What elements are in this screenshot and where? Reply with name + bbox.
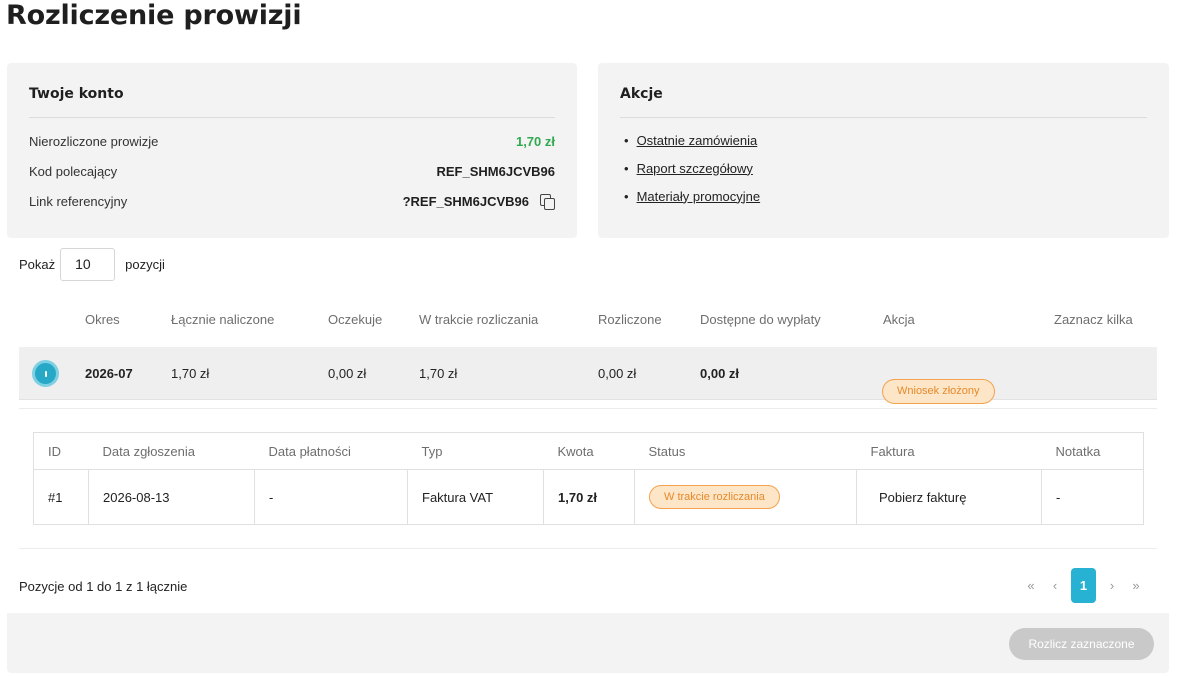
details-note: - [1056, 489, 1061, 505]
header-total[interactable]: Łącznie naliczone [171, 312, 274, 327]
page-title: Rozliczenie prowizji [6, 0, 302, 31]
referral-code-value: REF_SHM6JCVB96 [436, 163, 556, 179]
header-settled[interactable]: Rozliczone [598, 312, 662, 327]
details-table: ID Data zgłoszenia Data płatności Typ Kw… [33, 432, 1144, 525]
row-pending: 0,00 zł [328, 366, 367, 381]
action-status-badge: Wniosek złożony [882, 379, 995, 404]
header-pending[interactable]: Oczekuje [328, 312, 382, 327]
promo-materials-link[interactable]: Materiały promocyjne [637, 189, 761, 204]
details-header-invoice: Faktura [856, 432, 1042, 470]
details-type: Faktura VAT [407, 469, 544, 525]
last-page-button[interactable]: » [1124, 578, 1148, 593]
details-status-cell: W trakcie rozliczania [634, 469, 857, 525]
unsettled-commissions-row: Nierozliczone prowizje 1,70 zł [29, 126, 555, 156]
header-available[interactable]: Dostępne do wypłaty [700, 312, 821, 327]
unsettled-commissions-value: 1,70 zł [515, 133, 555, 149]
prev-page-button[interactable]: ‹ [1043, 578, 1067, 593]
referral-link-row: Link referencyjny ?REF_SHM6JCVB96 [29, 186, 555, 216]
table-row[interactable]: 2026-07 1,70 zł 0,00 zł 1,70 zł 0,00 zł … [19, 347, 1157, 404]
referral-link-wrap: ?REF_SHM6JCVB96 [402, 193, 555, 210]
action-link-item: Ostatnie zamówienia [620, 126, 1147, 154]
row-available: 0,00 zł [700, 366, 740, 381]
account-card-title: Twoje konto [29, 86, 555, 118]
details-header-id: ID [33, 432, 89, 470]
recent-orders-link[interactable]: Ostatnie zamówienia [637, 133, 758, 148]
first-page-button[interactable]: « [1019, 578, 1043, 593]
copy-icon[interactable] [539, 193, 555, 210]
row-period: 2026-07 [85, 366, 133, 381]
table-header: Okres Łącznie naliczone Oczekuje W trakc… [19, 312, 1159, 328]
details-header-paid: Data płatności [254, 432, 408, 470]
referral-link-label: Link referencyjny [29, 193, 128, 209]
actions-links: Ostatnie zamówienia Raport szczegółowy M… [620, 126, 1147, 210]
action-link-item: Materiały promocyjne [620, 182, 1147, 210]
details-header-submitted: Data zgłoszenia [88, 432, 255, 470]
page-size-control: Pokaż 10 pozycji [19, 248, 165, 281]
referral-code-label: Kod polecający [29, 163, 118, 179]
referral-link-value: ?REF_SHM6JCVB96 [402, 193, 529, 209]
details-paid: - [254, 469, 408, 525]
actions-card: Akcje Ostatnie zamówienia Raport szczegó… [598, 63, 1169, 238]
action-link-item: Raport szczegółowy [620, 154, 1147, 182]
actions-card-title: Akcje [620, 86, 1147, 118]
details-header-row: ID Data zgłoszenia Data płatności Typ Kw… [33, 432, 1144, 470]
details-header-amount: Kwota [543, 432, 635, 470]
details-header-status: Status [634, 432, 857, 470]
details-header-type: Typ [407, 432, 544, 470]
details-header-note: Notatka [1041, 432, 1144, 470]
pagination-info: Pozycje od 1 do 1 z 1 łącznie [19, 579, 188, 594]
divider [19, 408, 1157, 409]
header-action: Akcja [883, 312, 915, 327]
unsettled-commissions-label: Nierozliczone prowizje [29, 133, 159, 149]
account-card: Twoje konto Nierozliczone prowizje 1,70 … [7, 63, 577, 238]
bottom-action-bar: Rozlicz zaznaczone [7, 613, 1169, 673]
next-page-button[interactable]: › [1100, 578, 1124, 593]
referral-code-row: Kod polecający REF_SHM6JCVB96 [29, 156, 555, 186]
details-amount: 1,70 zł [543, 469, 635, 525]
header-select-multiple: Zaznacz kilka [1054, 312, 1133, 327]
details-id: #1 [33, 469, 89, 525]
page-size-input[interactable]: 10 [60, 248, 116, 281]
page-size-suffix: pozycji [125, 257, 165, 272]
row-settled: 0,00 zł [598, 366, 637, 381]
settle-selected-button[interactable]: Rozlicz zaznaczone [1009, 628, 1154, 660]
page-size-prefix: Pokaż [19, 257, 56, 272]
expand-row-button[interactable] [32, 360, 59, 387]
pagination: « ‹ 1 › » [1019, 568, 1148, 603]
detailed-report-link[interactable]: Raport szczegółowy [637, 161, 753, 176]
header-in-progress[interactable]: W trakcie rozliczania [419, 312, 538, 327]
details-row: #1 2026-08-13 - Faktura VAT 1,70 zł W tr… [33, 469, 1144, 525]
header-period[interactable]: Okres [85, 312, 120, 327]
page-1-button[interactable]: 1 [1071, 568, 1096, 603]
download-invoice-link[interactable]: Pobierz fakturę [856, 469, 1042, 525]
divider [19, 548, 1157, 549]
details-status-badge: W trakcie rozliczania [649, 485, 780, 509]
row-total: 1,70 zł [171, 366, 210, 381]
details-submitted: 2026-08-13 [88, 469, 255, 525]
row-in-progress: 1,70 zł [419, 366, 458, 381]
